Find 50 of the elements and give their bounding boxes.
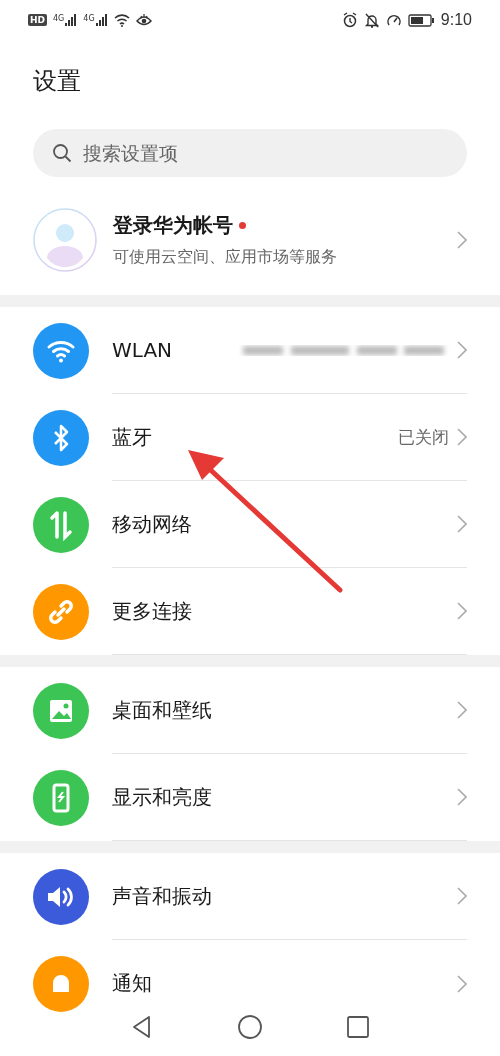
arrows-icon (33, 496, 89, 553)
row-label: WLAN (112, 338, 174, 362)
chevron-icon (457, 602, 467, 620)
alarm-icon (341, 12, 358, 28)
account-subtitle: 可使用云空间、应用市场等服务 (113, 247, 338, 268)
settings-row[interactable]: WLAN (0, 307, 500, 394)
chevron-icon (457, 887, 467, 905)
chevron-icon (457, 428, 467, 446)
link-icon (33, 583, 89, 640)
recents-icon[interactable] (345, 1014, 371, 1040)
search-field[interactable]: 搜索设置项 (33, 129, 467, 177)
settings-row[interactable]: 通知 (0, 940, 500, 1027)
chevron-icon (457, 515, 467, 533)
picture-frame-icon (33, 682, 89, 739)
row-label: 桌面和壁纸 (112, 696, 213, 724)
signal-icon (95, 14, 108, 26)
row-value: 已关闭 (398, 425, 449, 449)
row-label: 通知 (112, 970, 153, 997)
row-label: 移动网络 (112, 510, 193, 538)
account-title[interactable]: 登录华为帐号 (113, 212, 233, 239)
row-label: 更多连接 (112, 597, 193, 625)
clock-time: 9:10 (440, 11, 472, 29)
page-title: 设置 (32, 66, 82, 97)
network-label: 4G (83, 14, 95, 23)
row-label: 显示和亮度 (112, 783, 213, 811)
phone-icon (33, 769, 89, 826)
gauge-icon (385, 12, 402, 28)
battery-icon (407, 12, 435, 28)
hd-badge: HD (28, 14, 47, 26)
row-label: 声音和振动 (112, 882, 213, 910)
settings-row[interactable]: 移动网络 (0, 481, 500, 568)
settings-row[interactable]: 桌面和壁纸 (0, 667, 500, 754)
row-label: 蓝牙 (112, 423, 153, 451)
signal-icon (65, 14, 78, 26)
speaker-icon (33, 868, 89, 925)
bell-icon (33, 955, 89, 1012)
network-label: 4G (53, 14, 65, 23)
wifi-icon (33, 322, 89, 379)
chevron-icon (457, 974, 467, 993)
muted-bell-icon (363, 12, 380, 28)
chevron-icon (457, 341, 467, 359)
eye-icon (135, 13, 152, 27)
wifi-icon (113, 13, 130, 27)
chevron-icon (457, 231, 467, 249)
chevron-icon (457, 788, 467, 806)
settings-row[interactable]: 声音和振动 (0, 853, 500, 940)
search-icon (52, 143, 72, 163)
chevron-icon (457, 701, 467, 719)
home-icon[interactable] (237, 1014, 263, 1040)
bluetooth-icon (33, 409, 89, 466)
